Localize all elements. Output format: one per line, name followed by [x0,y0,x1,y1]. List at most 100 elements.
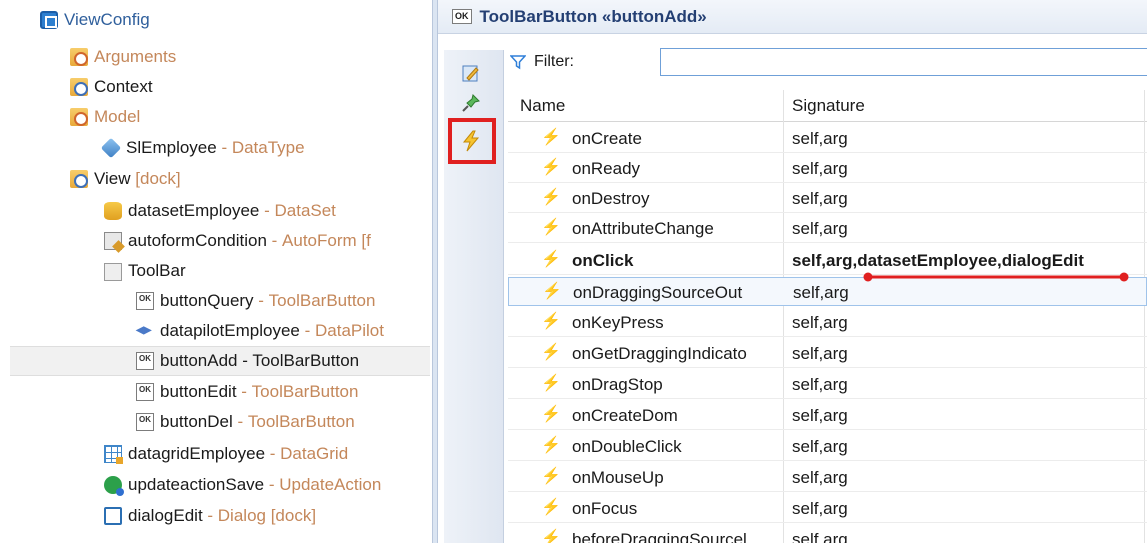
event-signature: self,arg [792,219,848,238]
table-header: Name Signature [508,90,1147,122]
column-header-name[interactable]: Name [520,96,565,116]
tree-item-updateactionsave[interactable]: updateactionSave - UpdateAction [104,470,432,500]
table-row[interactable]: ⚡ onCreate self,arg [508,124,1147,153]
tree-item-datasetemployee[interactable]: datasetEmployee - DataSet [104,196,432,226]
tree-item-type: ToolBarButton [251,382,359,401]
pin-icon [462,94,480,112]
lightning-icon: ⚡ [542,283,562,300]
event-signature: self,arg [792,159,848,178]
folder-icon [70,78,88,96]
lightning-icon: ⚡ [541,129,561,146]
folder-icon [70,170,88,188]
event-name: onKeyPress [572,313,664,332]
filter-input[interactable] [660,48,1147,76]
tree-item-label: SlEmployee [126,138,217,157]
events-table: Name Signature ⚡ onCreate self,arg ⚡ onR… [508,90,1147,543]
pin-tab-button[interactable] [454,88,488,118]
table-row[interactable]: ⚡ onGetDraggingIndicato self,arg [508,339,1147,368]
tree-item-buttonadd[interactable]: OK buttonAdd - ToolBarButton [10,346,430,376]
annotation-arrow [863,272,1129,282]
tree-item-dialogedit[interactable]: dialogEdit - Dialog [dock] [104,501,432,531]
tree-item-separator: - [253,291,269,310]
event-signature: self,arg [792,499,848,518]
properties-tab-button[interactable] [454,58,488,88]
table-row[interactable]: ⚡ onKeyPress self,arg [508,308,1147,337]
table-row[interactable]: ⚡ onClick self,arg,datasetEmployee,dialo… [508,246,1147,275]
tree-item-label: ToolBar [128,261,186,280]
tree-item-label: ViewConfig [64,10,150,29]
event-signature: self,arg [792,406,848,425]
event-name: onFocus [572,499,638,518]
tree-item-separator: - [264,475,280,494]
lightning-icon: ⚡ [541,219,561,236]
tree-item-view[interactable]: View [dock] [70,164,432,194]
column-header-signature[interactable]: Signature [792,96,865,116]
lightning-icon: ⚡ [541,189,561,206]
tree-item-type: AutoForm [f [282,231,371,250]
folder-icon [70,48,88,66]
tree-item-buttonquery[interactable]: OK buttonQuery - ToolBarButton [136,286,432,316]
tree-item-type: DataPilot [314,321,384,340]
tree-item-type: DataGrid [280,444,349,463]
dialog-icon [104,507,122,525]
tree-item-label: Arguments [94,47,177,66]
table-row[interactable]: ⚡ onDestroy self,arg [508,184,1147,213]
tree-item-arguments[interactable]: Arguments [70,42,432,72]
table-row[interactable]: ⚡ onDragStop self,arg [508,370,1147,399]
table-row[interactable]: ⚡ onAttributeChange self,arg [508,214,1147,243]
tree-item-type: Dialog [dock] [217,506,317,525]
tree-item-label: updateactionSave [128,475,265,494]
lightning-icon: ⚡ [541,375,561,392]
toolbar-button-icon: OK [136,383,154,401]
panel-title: ToolBarButton «buttonAdd» [479,6,707,26]
table-row[interactable]: ⚡ onCreateDom self,arg [508,401,1147,430]
table-row[interactable]: ⚡ onMouseUp self,arg [508,463,1147,492]
filter-label: Filter: [534,53,574,70]
event-name: onCreateDom [572,406,678,425]
event-name: onDragStop [572,375,663,394]
table-row[interactable]: ⚡ beforeDraggingSourcel self,arg [508,525,1147,543]
tree-item-slemployee[interactable]: SlEmployee - DataType [100,133,432,163]
tree-item-model[interactable]: Model [70,102,432,132]
event-signature: self,arg,datasetEmployee,dialogEdit [792,251,1084,270]
tree-item-label: buttonEdit [160,382,237,401]
tree-item-type: ToolBarButton [247,412,355,431]
tree-item-label: datasetEmployee [128,201,260,220]
table-row[interactable]: ⚡ onReady self,arg [508,154,1147,183]
tree-item-separator: - [202,506,218,525]
table-row[interactable]: ⚡ onDoubleClick self,arg [508,432,1147,461]
lightning-icon: ⚡ [541,468,561,485]
tree-item-separator: - [265,444,281,463]
filter-bar: Filter: [504,40,1147,84]
tree-item-viewconfig[interactable]: ViewConfig [40,5,432,35]
tree-item-datagridemployee[interactable]: datagridEmployee - DataGrid [104,439,432,469]
tree-item-context[interactable]: Context [70,72,432,102]
highlight-box [448,118,496,164]
tree-item-label: Context [94,77,153,96]
tree-item-label: autoformCondition [128,231,267,250]
event-name: beforeDraggingSourcel [572,530,747,543]
event-signature: self,arg [792,189,848,208]
datatype-icon [100,137,122,159]
event-signature: self,arg [792,344,848,363]
viewconfig-icon [40,11,58,29]
lightning-icon: ⚡ [541,313,561,330]
event-name: onReady [572,159,641,178]
toolbar-button-icon: OK [136,292,154,310]
outline-tree: ViewConfig Arguments Context Model SlEmp… [0,0,432,543]
tree-item-label: buttonAdd - ToolBarButton [160,351,360,370]
side-toolbar [444,50,504,543]
table-row[interactable]: ⚡ onFocus self,arg [508,494,1147,523]
tree-item-separator: - [259,201,275,220]
tree-item-datapilotemployee[interactable]: ◀▶ datapilotEmployee - DataPilot [136,316,432,346]
tree-item-type: DataType [231,138,305,157]
tree-item-buttondel[interactable]: OK buttonDel - ToolBarButton [136,407,432,437]
toolbar-button-icon: OK [452,9,472,24]
filter-icon [510,55,526,70]
event-signature: self,arg [792,313,848,332]
autoform-icon [104,232,122,250]
tree-item-buttonedit[interactable]: OK buttonEdit - ToolBarButton [136,377,432,407]
dataset-icon [104,202,122,220]
tree-item-autoformcondition[interactable]: autoformCondition - AutoForm [f [104,226,432,256]
tree-item-toolbar[interactable]: ToolBar [104,256,432,286]
